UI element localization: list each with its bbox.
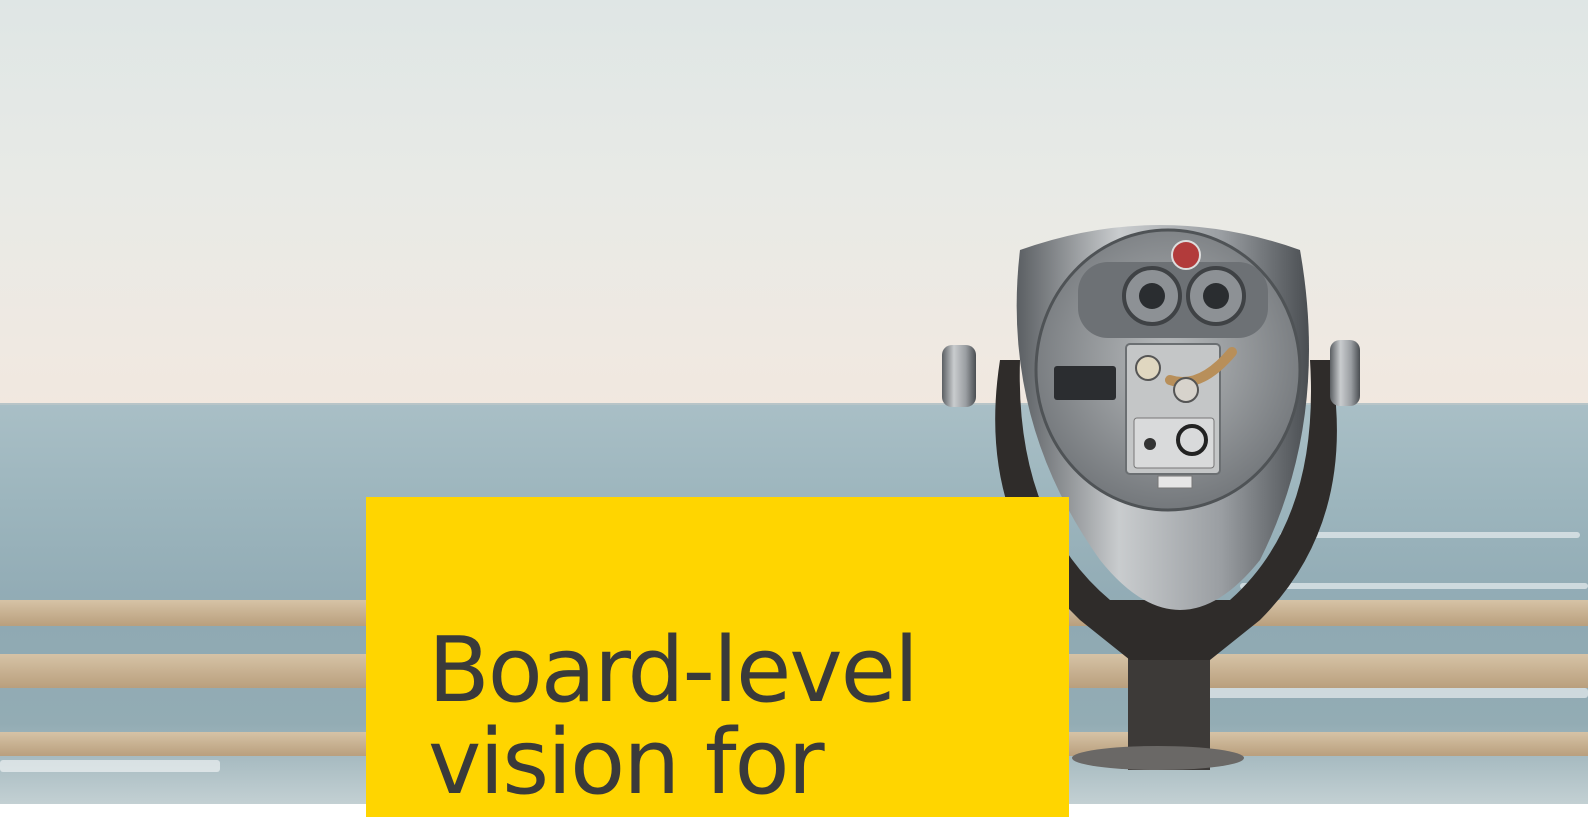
- headline-line-1: Board-level: [428, 618, 919, 723]
- headline-card: Board-level vision for: [366, 497, 1069, 817]
- headline-line-2: vision for: [428, 710, 825, 815]
- hero-headline: Board-level vision for: [428, 625, 1048, 809]
